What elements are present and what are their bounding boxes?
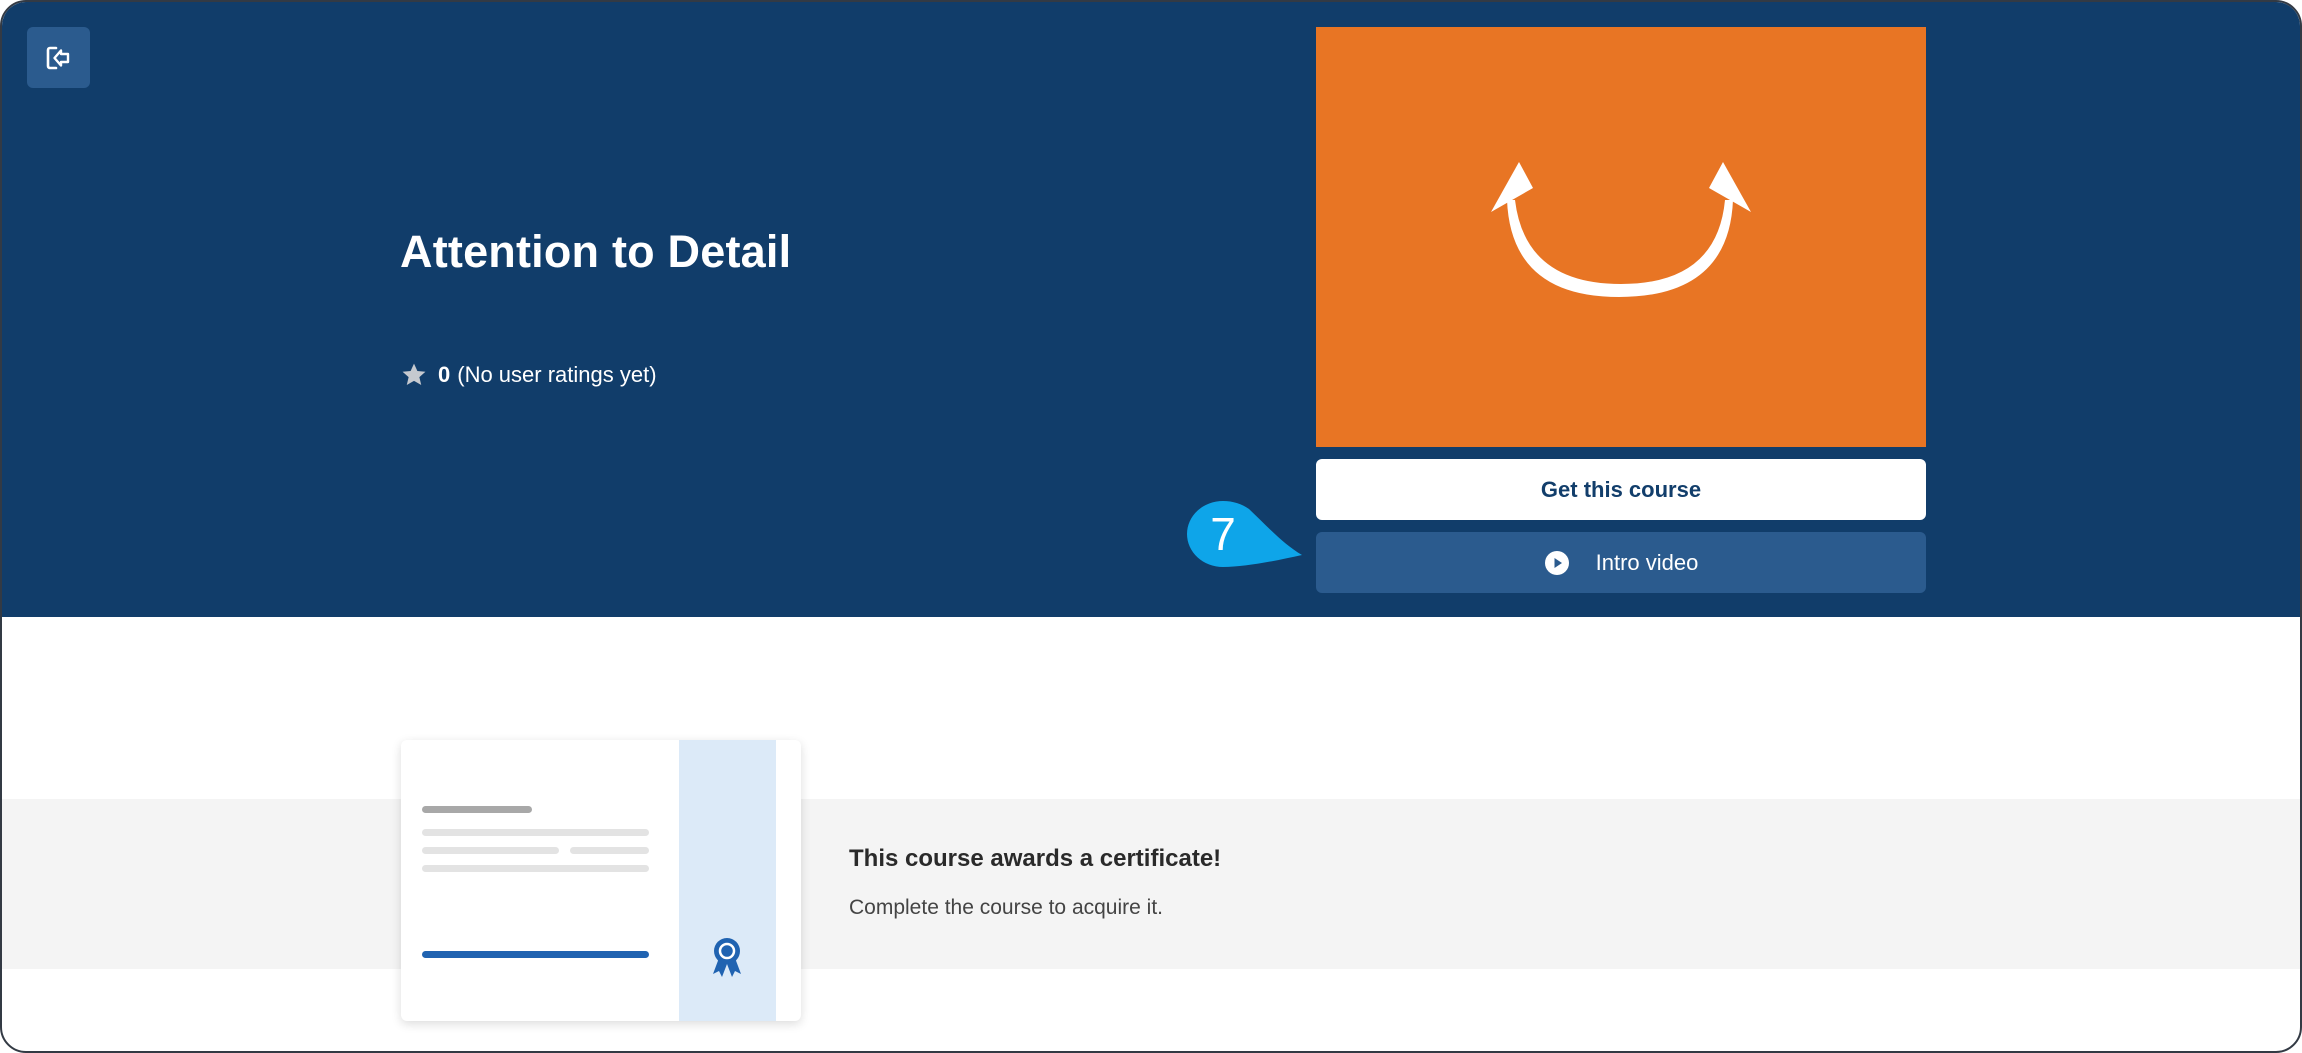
- award-badge-icon: [713, 938, 741, 977]
- certificate-title: This course awards a certificate!: [849, 845, 1222, 872]
- course-rating: 0 (No user ratings yet): [400, 359, 657, 391]
- certificate-ribbon-strip: [679, 740, 776, 1021]
- certificate-line: [422, 847, 559, 854]
- star-icon: [402, 363, 426, 386]
- get-course-button[interactable]: Get this course: [1316, 459, 1926, 520]
- play-icon: [1544, 550, 1569, 575]
- certificate-line: [422, 865, 649, 872]
- certificate-description: Complete the course to acquire it.: [849, 896, 1163, 919]
- course-hero: Attention to Detail 0 (No user ratings y…: [2, 2, 2300, 617]
- certificate-line: [422, 806, 532, 813]
- rating-value: 0: [438, 362, 451, 387]
- step-marker-number: 7: [1210, 508, 1236, 560]
- intro-video-label: Intro video: [1595, 549, 1699, 575]
- intro-video-button[interactable]: Intro video: [1316, 532, 1926, 593]
- course-title: Attention to Detail: [400, 226, 792, 277]
- exit-button[interactable]: [27, 27, 90, 88]
- rating-text: (No user ratings yet): [457, 362, 657, 387]
- certificate-section: [2, 799, 2300, 969]
- course-thumbnail: [1316, 27, 1926, 447]
- certificate-line: [422, 829, 649, 836]
- certificate-progress-line: [422, 951, 649, 958]
- exit-icon: [46, 46, 69, 69]
- certificate-line: [570, 847, 649, 854]
- smile-arrows-icon: [1491, 162, 1751, 297]
- certificate-illustration: [401, 740, 801, 1021]
- app-frame: Attention to Detail 0 (No user ratings y…: [0, 0, 2302, 1053]
